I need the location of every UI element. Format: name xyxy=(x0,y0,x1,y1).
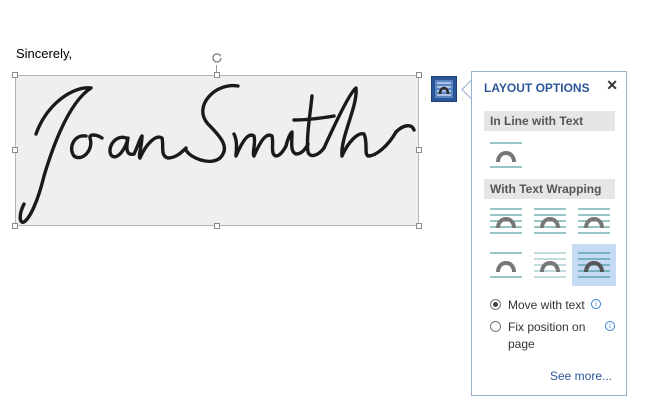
wrap-inline-option[interactable] xyxy=(484,134,528,176)
top-and-bottom-wrap-icon xyxy=(490,252,522,278)
resize-handle-bottom-center[interactable] xyxy=(214,223,220,229)
section-inline-heading: In Line with Text xyxy=(484,111,615,131)
move-with-text-label: Move with text xyxy=(508,298,585,312)
resize-handle-bottom-right[interactable] xyxy=(416,223,422,229)
resize-handle-top-center[interactable] xyxy=(214,72,220,78)
panel-title: LAYOUT OPTIONS xyxy=(484,81,590,95)
tight-wrap-icon xyxy=(534,208,566,234)
wrap-through-option[interactable] xyxy=(572,200,616,242)
resize-handle-top-right[interactable] xyxy=(416,72,422,78)
square-wrap-icon xyxy=(490,208,522,234)
resize-handle-top-left[interactable] xyxy=(12,72,18,78)
wrap-behind-text-option[interactable] xyxy=(528,244,572,286)
layout-options-button[interactable] xyxy=(431,76,457,102)
wrap-square-option[interactable] xyxy=(484,200,528,242)
see-more-link[interactable]: See more... xyxy=(550,369,612,383)
closing-text: Sincerely, xyxy=(16,46,73,61)
behind-text-icon xyxy=(534,252,566,278)
resize-handle-bottom-left[interactable] xyxy=(12,223,18,229)
resize-handle-middle-right[interactable] xyxy=(416,147,422,153)
signature-handwriting xyxy=(18,83,416,224)
move-with-text-info-icon[interactable]: i xyxy=(591,299,601,309)
section-wrapping-heading: With Text Wrapping xyxy=(484,179,615,199)
fix-position-label-line1: Fix position on xyxy=(508,320,586,334)
inline-with-text-icon xyxy=(490,142,522,168)
rotate-handle-icon[interactable] xyxy=(210,51,224,65)
move-with-text-radio[interactable] xyxy=(490,299,501,310)
through-wrap-icon xyxy=(578,208,610,234)
fix-position-radio[interactable] xyxy=(490,321,501,332)
in-front-of-text-icon xyxy=(578,252,610,278)
fix-position-label-line2: page xyxy=(508,337,535,351)
radio-checked-dot xyxy=(493,302,498,307)
fix-position-info-icon[interactable]: i xyxy=(605,321,615,331)
layout-options-icon xyxy=(435,80,453,98)
resize-handle-middle-left[interactable] xyxy=(12,147,18,153)
wrap-tight-option[interactable] xyxy=(528,200,572,242)
layout-options-panel: LAYOUT OPTIONS ✕ In Line with Text With … xyxy=(471,71,627,396)
signature-picture[interactable] xyxy=(15,75,419,226)
close-icon[interactable]: ✕ xyxy=(606,77,618,94)
wrap-in-front-option[interactable] xyxy=(572,244,616,286)
wrap-top-bottom-option[interactable] xyxy=(484,244,528,286)
